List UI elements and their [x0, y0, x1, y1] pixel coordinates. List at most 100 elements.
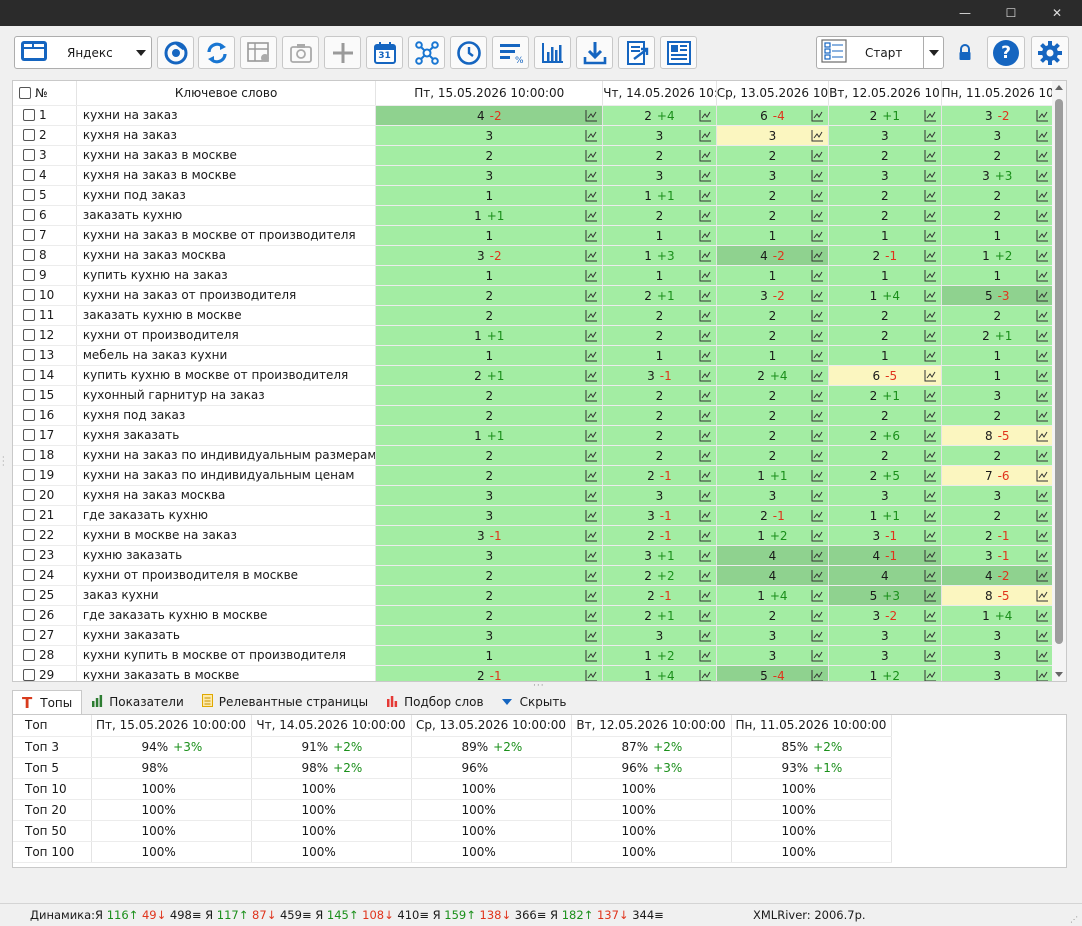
position-cell[interactable]: 2 — [375, 605, 604, 626]
tab-relevant-pages[interactable]: Релевантные страницы — [193, 690, 377, 714]
scrollbar-thumb[interactable] — [1055, 99, 1063, 644]
position-chart-icon[interactable] — [699, 669, 712, 681]
position-chart-icon[interactable] — [585, 389, 598, 402]
position-cell[interactable]: 3 -2 — [716, 285, 830, 306]
position-chart-icon[interactable] — [924, 629, 937, 642]
position-cell[interactable]: 2 — [941, 445, 1055, 466]
position-cell[interactable]: 2 — [602, 425, 717, 446]
position-chart-icon[interactable] — [1036, 389, 1049, 402]
position-chart-icon[interactable] — [585, 229, 598, 242]
row-num[interactable]: 27 — [13, 625, 77, 646]
position-chart-icon[interactable] — [585, 489, 598, 502]
position-chart-icon[interactable] — [924, 569, 937, 582]
position-cell[interactable]: 1 — [375, 645, 604, 666]
row-checkbox[interactable] — [23, 429, 35, 441]
position-cell[interactable]: 2 — [941, 205, 1055, 226]
position-cell[interactable]: 3 -2 — [828, 605, 942, 626]
keyword-cell[interactable]: кухни на заказ по индивидуальным размера… — [76, 445, 377, 466]
sort-percent-button[interactable]: % — [492, 36, 529, 69]
position-chart-icon[interactable] — [699, 609, 712, 622]
maximize-button[interactable]: ☐ — [988, 0, 1034, 26]
settings-button[interactable] — [1031, 36, 1069, 69]
position-chart-icon[interactable] — [1036, 349, 1049, 362]
position-chart-icon[interactable] — [585, 649, 598, 662]
keyword-cell[interactable]: мебель на заказ кухни — [76, 345, 377, 366]
position-cell[interactable]: 3 — [375, 125, 604, 146]
position-chart-icon[interactable] — [811, 189, 824, 202]
keyword-cell[interactable]: заказать кухню — [76, 205, 377, 226]
keyword-cell[interactable]: кухни на заказ от производителя — [76, 285, 377, 306]
position-chart-icon[interactable] — [699, 309, 712, 322]
header-date-5[interactable]: Пн, 11.05.2026 10:00:00 — [941, 81, 1055, 106]
screenshot-settings-button[interactable] — [282, 36, 319, 69]
table-row[interactable]: 18 кухни на заказ по индивидуальным разме… — [13, 445, 1055, 466]
position-chart-icon[interactable] — [924, 189, 937, 202]
row-checkbox[interactable] — [23, 409, 35, 421]
position-chart-icon[interactable] — [1036, 109, 1049, 122]
keyword-cell[interactable]: кухня на заказ — [76, 125, 377, 146]
row-checkbox[interactable] — [23, 529, 35, 541]
row-checkbox[interactable] — [23, 309, 35, 321]
position-cell[interactable]: 2 — [716, 145, 830, 166]
row-checkbox[interactable] — [23, 389, 35, 401]
position-chart-icon[interactable] — [811, 389, 824, 402]
position-chart-icon[interactable] — [699, 249, 712, 262]
position-cell[interactable]: 7 -6 — [941, 465, 1055, 486]
position-chart-icon[interactable] — [699, 569, 712, 582]
position-cell[interactable]: 1 +1 — [375, 205, 604, 226]
position-cell[interactable]: 3 — [828, 625, 942, 646]
position-cell[interactable]: 3 +3 — [941, 165, 1055, 186]
row-num[interactable]: 16 — [13, 405, 77, 426]
position-cell[interactable]: 2 +1 — [602, 285, 717, 306]
position-cell[interactable]: 3 — [828, 485, 942, 506]
position-chart-icon[interactable] — [699, 529, 712, 542]
position-chart-icon[interactable] — [699, 269, 712, 282]
position-chart-icon[interactable] — [924, 529, 937, 542]
table-row[interactable]: 20 кухня на заказ москва 3 3 3 3 3 — [13, 485, 1055, 506]
position-chart-icon[interactable] — [699, 229, 712, 242]
position-cell[interactable]: 3 — [941, 625, 1055, 646]
position-chart-icon[interactable] — [811, 509, 824, 522]
position-cell[interactable]: 1 +4 — [716, 585, 830, 606]
position-chart-icon[interactable] — [585, 289, 598, 302]
position-cell[interactable]: 1 — [941, 365, 1055, 386]
close-button[interactable]: ✕ — [1034, 0, 1080, 26]
position-cell[interactable]: 2 — [828, 305, 942, 326]
row-num[interactable]: 10 — [13, 285, 77, 306]
row-num[interactable]: 9 — [13, 265, 77, 286]
position-chart-icon[interactable] — [699, 209, 712, 222]
keyword-cell[interactable]: кухни от производителя в москве — [76, 565, 377, 586]
position-chart-icon[interactable] — [924, 269, 937, 282]
keyword-cell[interactable]: кухня на заказ в москве — [76, 165, 377, 186]
position-chart-icon[interactable] — [699, 349, 712, 362]
position-chart-icon[interactable] — [585, 529, 598, 542]
position-cell[interactable]: 2 — [375, 445, 604, 466]
row-num[interactable]: 7 — [13, 225, 77, 246]
table-row[interactable]: 17 кухня заказать 1 +1 2 2 2 +6 8 -5 — [13, 425, 1055, 446]
row-checkbox[interactable] — [23, 549, 35, 561]
row-checkbox[interactable] — [23, 469, 35, 481]
table-row[interactable]: 7 кухни на заказ в москве от производител… — [13, 225, 1055, 246]
position-cell[interactable]: 2 — [828, 185, 942, 206]
row-checkbox[interactable] — [23, 609, 35, 621]
position-cell[interactable]: 1 — [828, 225, 942, 246]
position-cell[interactable]: 2 — [828, 325, 942, 346]
position-cell[interactable]: 2 — [602, 305, 717, 326]
position-cell[interactable]: 3 -2 — [375, 245, 604, 266]
position-chart-icon[interactable] — [811, 649, 824, 662]
row-num[interactable]: 14 — [13, 365, 77, 386]
header-date-4[interactable]: Вт, 12.05.2026 10:00:00 — [828, 81, 942, 106]
row-num[interactable]: 6 — [13, 205, 77, 226]
position-cell[interactable]: 1 — [375, 185, 604, 206]
position-cell[interactable]: 3 — [716, 165, 830, 186]
table-row[interactable]: 1 кухни на заказ 4 -2 2 +4 6 -4 2 +1 3 -2 — [13, 105, 1055, 126]
position-chart-icon[interactable] — [1036, 529, 1049, 542]
position-cell[interactable]: 2 — [716, 325, 830, 346]
keyword-cell[interactable]: кухни заказать — [76, 625, 377, 646]
row-num[interactable]: 4 — [13, 165, 77, 186]
position-chart-icon[interactable] — [924, 649, 937, 662]
position-chart-icon[interactable] — [811, 529, 824, 542]
position-cell[interactable]: 2 — [375, 405, 604, 426]
position-cell[interactable]: 3 — [716, 485, 830, 506]
position-chart-icon[interactable] — [699, 629, 712, 642]
